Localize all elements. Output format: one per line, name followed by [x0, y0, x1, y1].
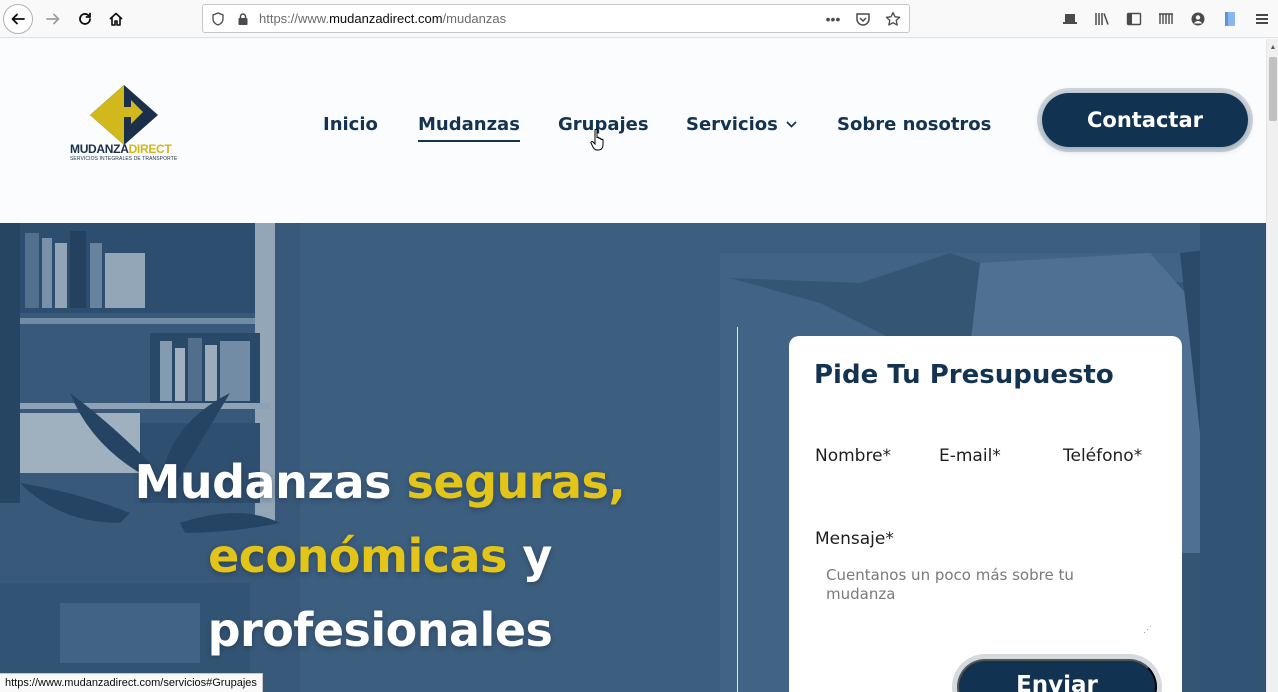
scroll-up-arrow-icon[interactable]: ▲ — [1267, 42, 1278, 52]
quote-form: Pide Tu Presupuesto Nombre* E-mail* Telé… — [789, 336, 1182, 692]
url-bar[interactable]: https://www.mudanzadirect.com/mudanzas •… — [202, 4, 910, 33]
nav-servicios-label: Servicios — [686, 114, 778, 135]
lock-icon[interactable] — [233, 9, 253, 29]
page-scrollbar[interactable]: ▲ — [1266, 39, 1278, 692]
resize-handle-icon[interactable]: ⋰ — [1143, 624, 1152, 635]
url-text[interactable]: https://www.mudanzadirect.com/mudanzas — [259, 11, 506, 26]
pocket-icon[interactable] — [853, 9, 873, 29]
extension-icon[interactable] — [1060, 9, 1080, 29]
account-icon[interactable] — [1188, 9, 1208, 29]
message-placeholder: Cuentanos un poco más sobre tu mudanza — [826, 566, 1074, 603]
enviar-button[interactable]: Enviar — [957, 659, 1157, 692]
logo-mark-icon — [90, 85, 158, 145]
nav-mudanzas[interactable]: Mudanzas — [418, 114, 520, 142]
extension-icon[interactable] — [1220, 9, 1240, 29]
back-arrow-icon[interactable] — [3, 4, 33, 34]
forward-arrow-icon[interactable] — [38, 4, 68, 34]
chevron-down-icon — [786, 117, 797, 132]
email-label[interactable]: E-mail* — [939, 446, 1001, 466]
home-icon[interactable] — [101, 4, 131, 34]
contactar-button[interactable]: Contactar — [1042, 93, 1248, 147]
browser-toolbar: https://www.mudanzadirect.com/mudanzas •… — [0, 0, 1278, 38]
site-logo[interactable]: MUDANZADIRECT SERVICIOS INTEGRALES DE TR… — [68, 85, 182, 165]
scroll-thumb[interactable] — [1269, 57, 1277, 121]
name-label[interactable]: Nombre* — [815, 446, 891, 466]
hamburger-menu-icon[interactable] — [1252, 9, 1272, 29]
site-header: MUDANZADIRECT SERVICIOS INTEGRALES DE TR… — [0, 39, 1266, 223]
nav-inicio[interactable]: Inicio — [323, 114, 378, 135]
sidebar-icon[interactable] — [1124, 9, 1144, 29]
shield-icon[interactable] — [208, 9, 228, 29]
reload-icon[interactable] — [70, 4, 100, 34]
reader-icon[interactable] — [1156, 9, 1176, 29]
star-icon[interactable] — [883, 9, 903, 29]
nav-servicios[interactable]: Servicios — [686, 114, 797, 135]
status-bar-url: https://www.mudanzadirect.com/servicios#… — [0, 673, 263, 692]
message-label[interactable]: Mensaje* — [815, 529, 894, 549]
hero-headline: Mudanzas seguras, económicas y profesional… — [134, 455, 626, 657]
logo-wordmark: MUDANZADIRECT — [70, 142, 172, 156]
more-dots-icon[interactable]: ••• — [823, 9, 843, 29]
nav-sobre-nosotros[interactable]: Sobre nosotros — [837, 114, 991, 135]
hand-pointer-cursor-icon — [590, 128, 604, 151]
hero-divider — [737, 327, 738, 692]
phone-label[interactable]: Teléfono* — [1063, 446, 1142, 466]
hero-section: Mudanzas seguras, económicas y profesional… — [0, 223, 1266, 692]
logo-tagline: SERVICIOS INTEGRALES DE TRANSPORTE — [70, 156, 178, 162]
library-icon[interactable] — [1092, 9, 1112, 29]
form-title: Pide Tu Presupuesto — [814, 360, 1114, 390]
